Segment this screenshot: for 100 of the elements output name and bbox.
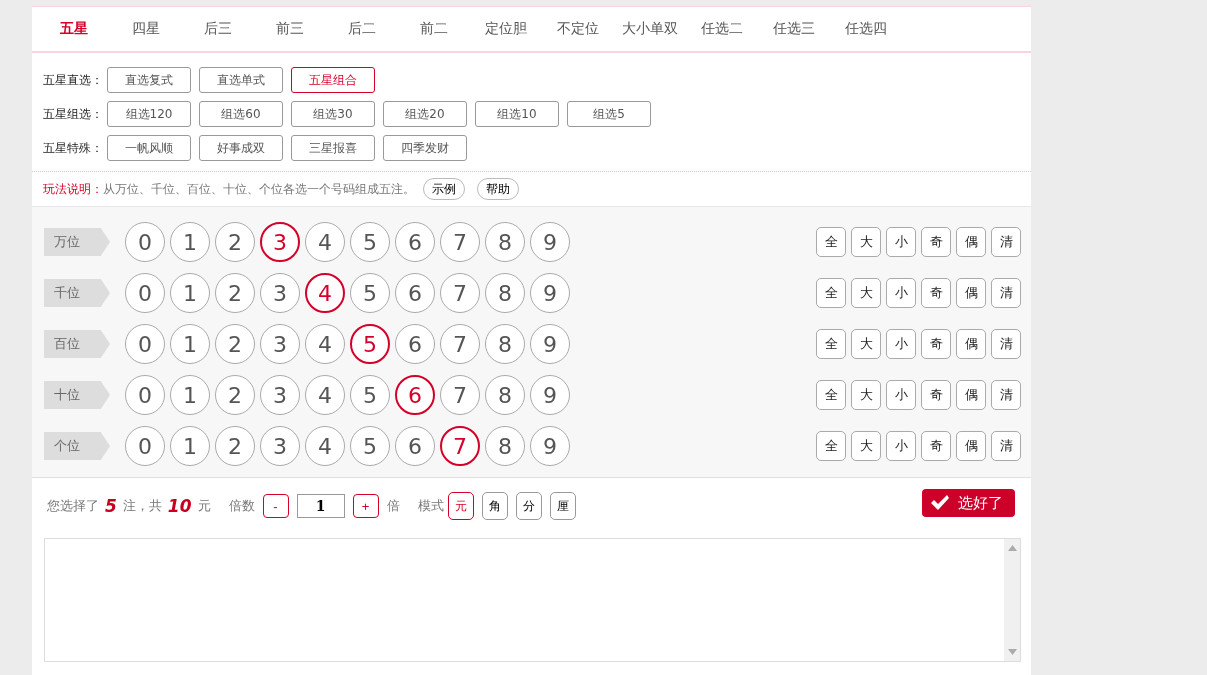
- number-ball[interactable]: 4: [305, 426, 345, 466]
- number-ball[interactable]: 8: [485, 273, 525, 313]
- number-ball[interactable]: 2: [215, 273, 255, 313]
- number-ball[interactable]: 0: [125, 375, 165, 415]
- filter-button[interactable]: 偶: [956, 329, 986, 359]
- filter-button[interactable]: 清: [991, 227, 1021, 257]
- number-ball[interactable]: 3: [260, 222, 300, 262]
- number-ball[interactable]: 8: [485, 222, 525, 262]
- option-button[interactable]: 三星报喜: [291, 135, 375, 161]
- number-ball[interactable]: 4: [305, 375, 345, 415]
- number-ball[interactable]: 5: [350, 273, 390, 313]
- filter-button[interactable]: 奇: [921, 329, 951, 359]
- option-button[interactable]: 直选复式: [107, 67, 191, 93]
- number-ball[interactable]: 0: [125, 273, 165, 313]
- number-ball[interactable]: 5: [350, 324, 390, 364]
- play-tab[interactable]: 任选四: [830, 20, 902, 38]
- number-ball[interactable]: 0: [125, 324, 165, 364]
- filter-button[interactable]: 小: [886, 431, 916, 461]
- filter-button[interactable]: 小: [886, 329, 916, 359]
- number-ball[interactable]: 9: [530, 375, 570, 415]
- number-ball[interactable]: 6: [395, 273, 435, 313]
- option-button[interactable]: 组选30: [291, 101, 375, 127]
- play-tab[interactable]: 五星: [38, 20, 110, 38]
- number-ball[interactable]: 3: [260, 375, 300, 415]
- filter-button[interactable]: 大: [851, 227, 881, 257]
- number-ball[interactable]: 7: [440, 273, 480, 313]
- plus-button[interactable]: +: [352, 494, 379, 518]
- option-button[interactable]: 好事成双: [199, 135, 283, 161]
- option-button[interactable]: 直选单式: [199, 67, 283, 93]
- number-ball[interactable]: 7: [440, 324, 480, 364]
- filter-button[interactable]: 全: [816, 431, 846, 461]
- multiplier-field[interactable]: 1: [296, 494, 345, 518]
- filter-button[interactable]: 清: [991, 329, 1021, 359]
- filter-button[interactable]: 偶: [956, 278, 986, 308]
- number-ball[interactable]: 1: [170, 324, 210, 364]
- number-ball[interactable]: 8: [485, 375, 525, 415]
- number-ball[interactable]: 5: [350, 222, 390, 262]
- filter-button[interactable]: 奇: [921, 278, 951, 308]
- number-ball[interactable]: 9: [530, 426, 570, 466]
- number-ball[interactable]: 9: [530, 222, 570, 262]
- option-button[interactable]: 组选120: [107, 101, 191, 127]
- number-ball[interactable]: 5: [350, 375, 390, 415]
- mode-button[interactable]: 厘: [549, 492, 576, 520]
- number-ball[interactable]: 2: [215, 324, 255, 364]
- number-ball[interactable]: 0: [125, 222, 165, 262]
- scroll-up-icon[interactable]: [1007, 545, 1017, 551]
- filter-button[interactable]: 偶: [956, 227, 986, 257]
- number-ball[interactable]: 1: [170, 222, 210, 262]
- number-ball[interactable]: 1: [170, 375, 210, 415]
- number-ball[interactable]: 4: [305, 324, 345, 364]
- option-button[interactable]: 一帆风顺: [107, 135, 191, 161]
- number-ball[interactable]: 2: [215, 222, 255, 262]
- filter-button[interactable]: 全: [816, 380, 846, 410]
- mode-button[interactable]: 分: [515, 492, 542, 520]
- number-ball[interactable]: 3: [260, 273, 300, 313]
- filter-button[interactable]: 大: [851, 380, 881, 410]
- number-ball[interactable]: 2: [215, 426, 255, 466]
- number-ball[interactable]: 1: [170, 426, 210, 466]
- mode-button[interactable]: 元: [447, 492, 474, 520]
- number-ball[interactable]: 5: [350, 426, 390, 466]
- scroll-down-icon[interactable]: [1007, 649, 1017, 655]
- filter-button[interactable]: 清: [991, 431, 1021, 461]
- filter-button[interactable]: 清: [991, 278, 1021, 308]
- number-ball[interactable]: 7: [440, 426, 480, 466]
- number-ball[interactable]: 6: [395, 375, 435, 415]
- help-button[interactable]: 示例: [423, 178, 465, 200]
- number-ball[interactable]: 7: [440, 222, 480, 262]
- filter-button[interactable]: 小: [886, 227, 916, 257]
- number-ball[interactable]: 1: [170, 273, 210, 313]
- mode-button[interactable]: 角: [481, 492, 508, 520]
- play-tab[interactable]: 大小单双: [614, 20, 686, 38]
- number-ball[interactable]: 4: [305, 273, 345, 313]
- number-ball[interactable]: 2: [215, 375, 255, 415]
- number-ball[interactable]: 7: [440, 375, 480, 415]
- filter-button[interactable]: 奇: [921, 380, 951, 410]
- number-ball[interactable]: 9: [530, 324, 570, 364]
- filter-button[interactable]: 全: [816, 329, 846, 359]
- number-ball[interactable]: 9: [530, 273, 570, 313]
- filter-button[interactable]: 奇: [921, 431, 951, 461]
- option-button[interactable]: 组选20: [383, 101, 467, 127]
- option-button[interactable]: 组选10: [475, 101, 559, 127]
- number-ball[interactable]: 6: [395, 222, 435, 262]
- filter-button[interactable]: 大: [851, 431, 881, 461]
- filter-button[interactable]: 全: [816, 278, 846, 308]
- bet-list-area[interactable]: [44, 538, 1021, 662]
- filter-button[interactable]: 偶: [956, 431, 986, 461]
- play-tab[interactable]: 定位胆: [470, 20, 542, 38]
- play-tab[interactable]: 前三: [254, 20, 326, 38]
- filter-button[interactable]: 全: [816, 227, 846, 257]
- confirm-button[interactable]: 选好了: [922, 489, 1015, 517]
- filter-button[interactable]: 大: [851, 329, 881, 359]
- scrollbar[interactable]: [1004, 539, 1020, 661]
- number-ball[interactable]: 0: [125, 426, 165, 466]
- number-ball[interactable]: 8: [485, 324, 525, 364]
- number-ball[interactable]: 4: [305, 222, 345, 262]
- minus-button[interactable]: -: [262, 494, 289, 518]
- play-tab[interactable]: 任选二: [686, 20, 758, 38]
- number-ball[interactable]: 8: [485, 426, 525, 466]
- option-button[interactable]: 组选5: [567, 101, 651, 127]
- play-tab[interactable]: 后三: [182, 20, 254, 38]
